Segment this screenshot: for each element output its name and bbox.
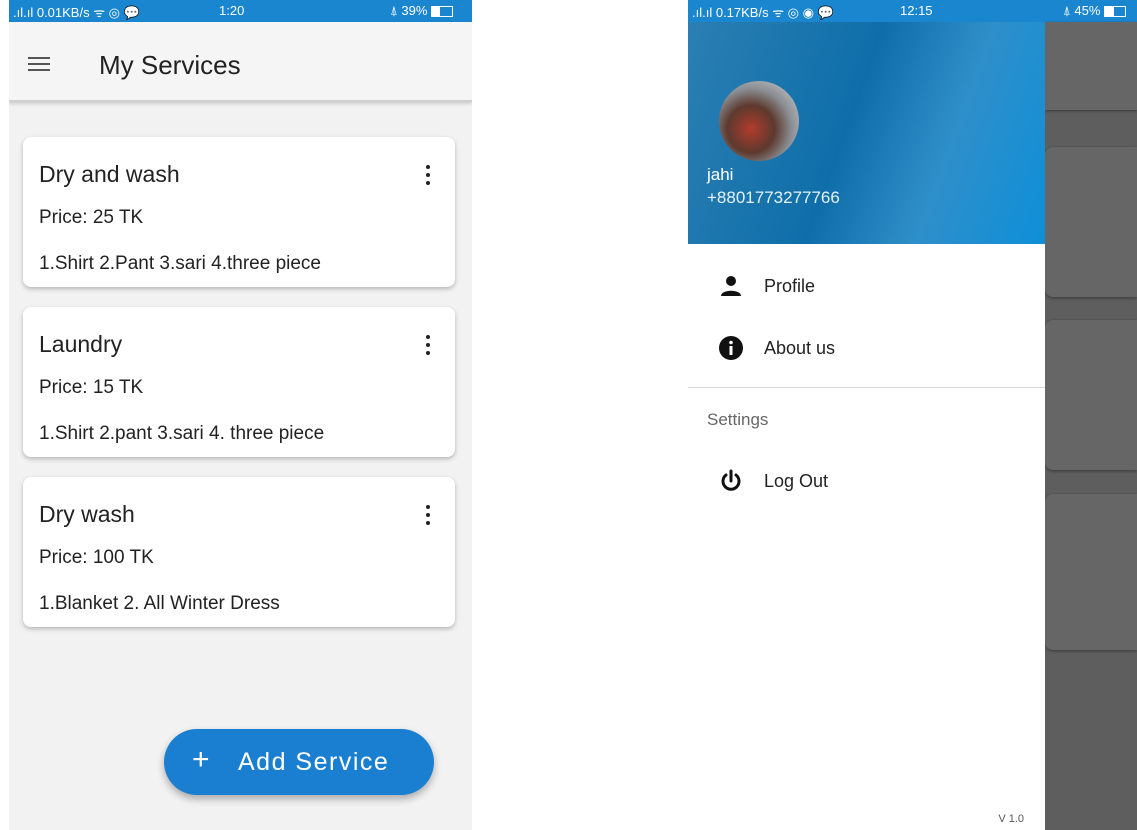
divider xyxy=(688,387,1045,388)
service-items: 1.Shirt 2.Pant 3.sari 4.three piece xyxy=(39,253,321,274)
hamburger-menu-icon[interactable] xyxy=(28,57,50,71)
status-battery: ⍋ 39% xyxy=(390,3,454,19)
service-name: Dry and wash xyxy=(39,161,180,187)
my-services-screen: .ıl.ıl 0.01KB/s ᯤ ◎ 💬 1:20 ⍋ 39% My Serv… xyxy=(9,0,472,830)
service-price: Price: 100 TK xyxy=(39,547,154,568)
dimmed-card xyxy=(1045,494,1137,650)
battery-icon xyxy=(1104,6,1127,17)
status-time: 12:15 xyxy=(900,3,933,18)
settings-section-title: Settings xyxy=(707,410,769,429)
status-bar: .ıl.ıl 0.01KB/s ᯤ ◎ 💬 1:20 ⍋ 39% xyxy=(9,0,472,22)
drawer-item-label: Profile xyxy=(764,276,816,296)
service-card[interactable]: Dry wash Price: 100 TK 1.Blanket 2. All … xyxy=(23,477,455,627)
more-options-icon[interactable] xyxy=(425,505,431,525)
page-title: My Services xyxy=(99,50,241,80)
person-icon xyxy=(721,276,741,296)
service-card[interactable]: Laundry Price: 15 TK 1.Shirt 2.pant 3.sa… xyxy=(23,307,455,457)
status-signal: .ıl.ıl 0.17KB/s ᯤ ◎ ◉ 💬 xyxy=(692,5,834,20)
drawer-item-profile[interactable]: Profile xyxy=(688,256,1045,314)
battery-icon xyxy=(431,6,454,17)
add-service-label: Add Service xyxy=(238,748,390,776)
plus-icon: + xyxy=(192,743,210,776)
service-name: Laundry xyxy=(39,331,123,357)
service-card[interactable]: Dry and wash Price: 25 TK 1.Shirt 2.Pant… xyxy=(23,137,455,287)
service-price: Price: 15 TK xyxy=(39,377,144,398)
drawer-item-label: About us xyxy=(764,338,836,358)
dimmed-card xyxy=(1045,147,1137,297)
user-name: jahi xyxy=(707,165,734,184)
drawer-item-label: Log Out xyxy=(764,471,829,491)
navigation-drawer: jahi +8801773277766 Profile About us Set… xyxy=(688,22,1045,830)
more-options-icon[interactable] xyxy=(425,165,431,185)
avatar[interactable] xyxy=(719,81,799,161)
dimmed-card xyxy=(1045,320,1137,470)
drawer-item-about[interactable]: About us xyxy=(688,318,1045,376)
drawer-item-logout[interactable]: Log Out xyxy=(688,451,1045,509)
service-items: 1.Shirt 2.pant 3.sari 4. three piece xyxy=(39,423,325,444)
add-service-button[interactable]: + Add Service xyxy=(164,729,434,795)
status-bar: .ıl.ıl 0.17KB/s ᯤ ◎ ◉ 💬 12:15 ⍋ 45% xyxy=(688,0,1137,22)
status-time: 1:20 xyxy=(219,3,245,18)
status-battery: ⍋ 45% xyxy=(1063,3,1127,19)
more-options-icon[interactable] xyxy=(425,335,431,355)
service-name: Dry wash xyxy=(39,501,135,527)
info-icon xyxy=(719,336,743,360)
power-icon xyxy=(721,469,741,491)
drawer-header: jahi +8801773277766 xyxy=(688,22,1045,244)
app-bar: My Services xyxy=(9,22,472,102)
dimmed-app-bar xyxy=(1045,22,1137,110)
user-phone: +8801773277766 xyxy=(707,188,840,207)
app-version: V 1.0 xyxy=(998,813,1024,825)
service-items: 1.Blanket 2. All Winter Dress xyxy=(39,593,280,614)
status-signal: .ıl.ıl 0.01KB/s ᯤ ◎ 💬 xyxy=(13,5,140,20)
service-price: Price: 25 TK xyxy=(39,207,144,228)
navigation-drawer-screen: .ıl.ıl 0.17KB/s ᯤ ◎ ◉ 💬 12:15 ⍋ 45% jahi… xyxy=(688,0,1137,830)
